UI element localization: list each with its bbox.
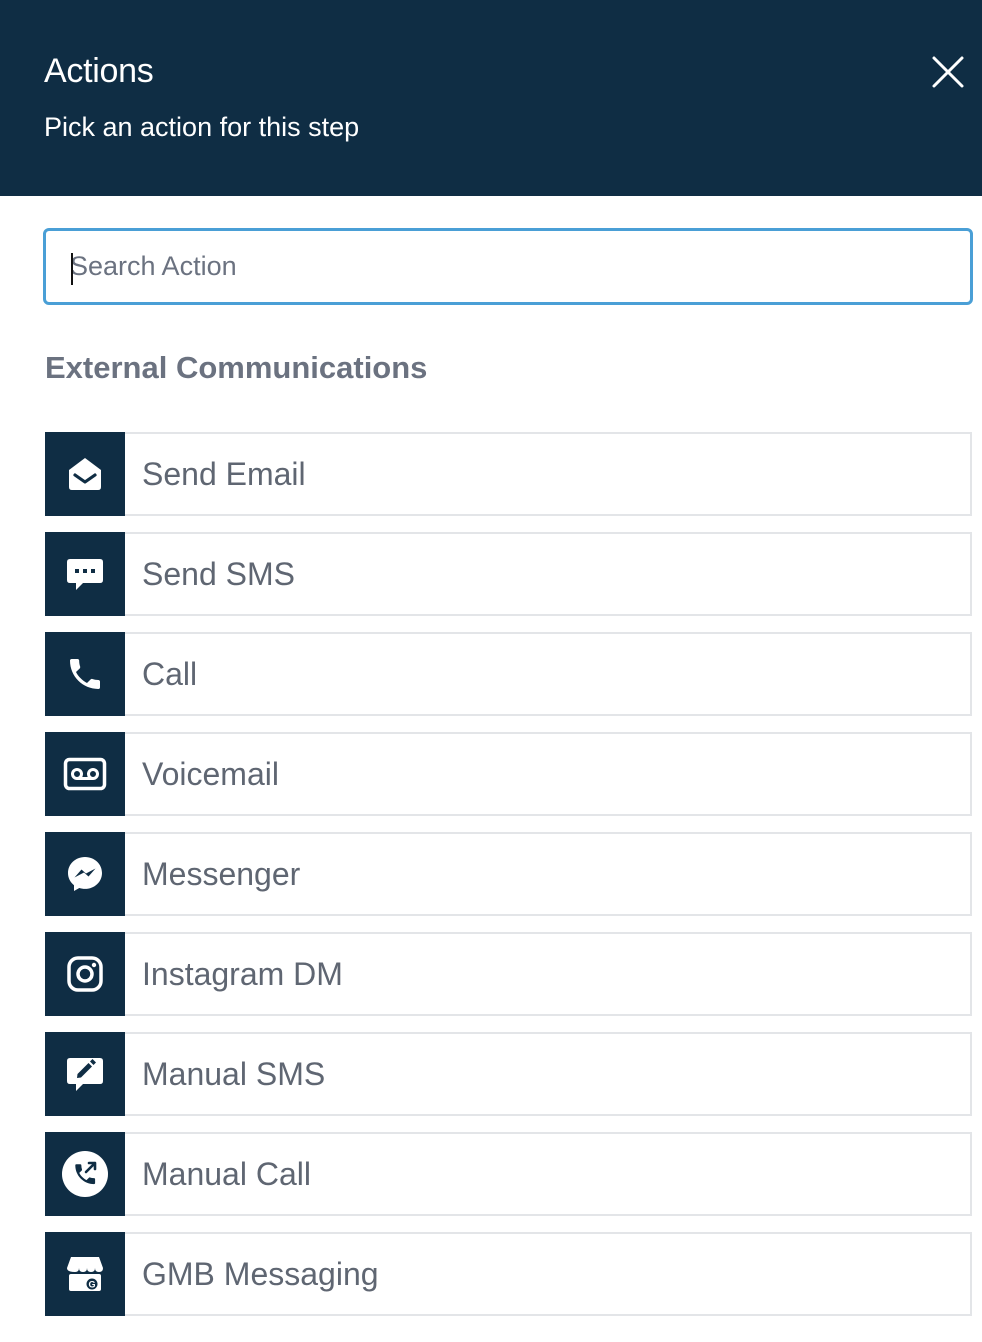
envelope-open-icon <box>65 454 105 494</box>
close-button[interactable] <box>924 48 972 96</box>
panel-subtitle: Pick an action for this step <box>44 112 360 142</box>
action-send-email[interactable]: Send Email <box>45 432 972 516</box>
action-instagram-dm[interactable]: Instagram DM <box>45 932 972 1016</box>
action-messenger[interactable]: Messenger <box>45 832 972 916</box>
action-label: Instagram DM <box>142 955 343 992</box>
phone-icon <box>65 654 105 694</box>
voicemail-icon <box>63 757 107 791</box>
edit-message-icon <box>65 1054 105 1094</box>
section-title: External Communications <box>45 350 428 385</box>
gmb-storefront-icon: G <box>64 1254 106 1294</box>
action-voicemail[interactable]: Voicemail <box>45 732 972 816</box>
chat-bubble-icon <box>65 554 105 594</box>
action-label: Send Email <box>142 455 306 492</box>
search-input[interactable] <box>46 231 970 302</box>
action-label: Call <box>142 655 198 692</box>
action-manual-sms[interactable]: Manual SMS <box>45 1032 972 1116</box>
action-label: Messenger <box>142 855 301 892</box>
search-field[interactable] <box>43 228 973 305</box>
text-caret <box>71 253 73 285</box>
messenger-icon <box>65 854 105 894</box>
action-gmb-messaging[interactable]: G GMB Messaging <box>45 1232 972 1316</box>
close-icon <box>931 55 965 89</box>
action-label: Manual Call <box>142 1155 311 1192</box>
action-call[interactable]: Call <box>45 632 972 716</box>
panel-title: Actions <box>44 52 154 90</box>
action-label: Send SMS <box>142 555 295 592</box>
action-manual-call[interactable]: Manual Call <box>45 1132 972 1216</box>
action-list: Send Email Send SMS Call Voicemail Messe… <box>45 432 972 1332</box>
phone-outgoing-icon <box>61 1150 109 1198</box>
action-label: Voicemail <box>142 755 279 792</box>
action-send-sms[interactable]: Send SMS <box>45 532 972 616</box>
actions-header: Actions Pick an action for this step <box>0 0 982 196</box>
action-label: GMB Messaging <box>142 1255 379 1292</box>
action-label: Manual SMS <box>142 1055 326 1092</box>
svg-text:G: G <box>88 1280 95 1290</box>
instagram-icon <box>65 954 105 994</box>
